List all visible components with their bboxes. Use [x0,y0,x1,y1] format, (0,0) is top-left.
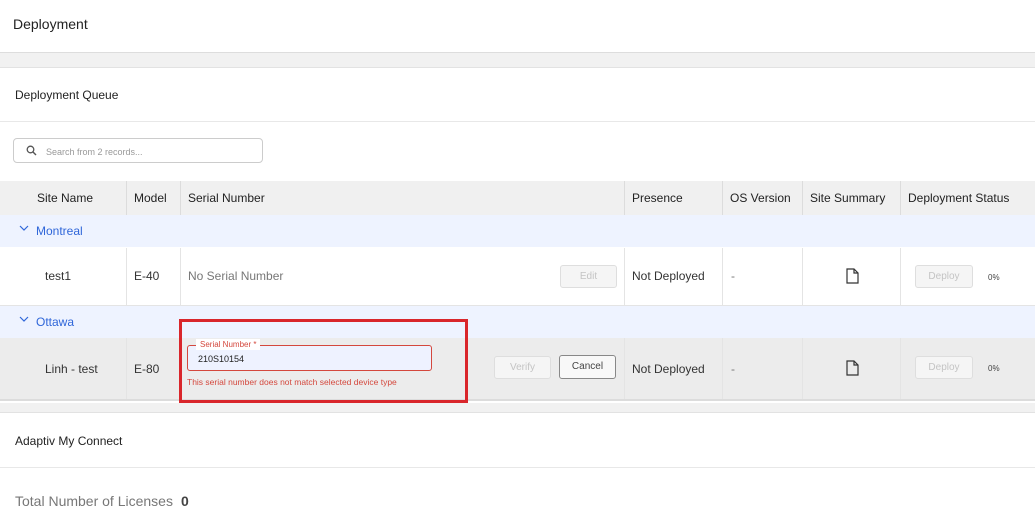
page-header: Deployment [0,0,1035,53]
presence: Not Deployed [632,362,705,376]
column-header-model[interactable]: Model [126,181,180,215]
column-header-presence[interactable]: Presence [624,181,722,215]
search-box[interactable] [13,138,263,163]
verify-button[interactable]: Verify [494,356,551,379]
divider [0,467,1035,468]
column-header-site-name[interactable]: Site Name [0,181,126,215]
model: E-80 [134,362,160,376]
edit-button[interactable]: Edit [560,265,617,288]
column-header-site-summary[interactable]: Site Summary [802,181,900,215]
table-row: test1 E-40 No Serial Number Edit Not Dep… [0,248,1035,306]
deployment-queue-title: Deployment Queue [15,88,119,102]
deployment-progress: 0% [988,364,1000,373]
os-version: - [731,362,735,376]
site-name: test1 [45,269,72,283]
serial-number: No Serial Number [188,269,284,283]
chevron-down-icon [19,316,29,322]
site-name: Linh - test [45,362,98,376]
document-icon[interactable] [846,360,859,376]
deployment-queue-panel: Deployment Queue Site Name Model Serial … [0,67,1035,403]
deploy-button[interactable]: Deploy [915,265,973,288]
deploy-button[interactable]: Deploy [915,356,973,379]
column-header-deployment-status[interactable]: Deployment Status [900,181,1035,215]
group-row-ottawa[interactable]: Ottawa [0,306,1035,338]
highlight-annotation [179,319,468,403]
column-header-os-version[interactable]: OS Version [722,181,802,215]
my-connect-panel: Adaptiv My Connect Total Number of Licen… [0,412,1035,530]
chevron-down-icon [19,225,29,231]
group-name: Ottawa [36,315,75,329]
total-licenses-label: Total Number of Licenses [15,493,173,509]
deployment-progress: 0% [988,273,1000,282]
group-name: Montreal [36,224,83,238]
presence: Not Deployed [632,269,705,283]
group-row-montreal[interactable]: Montreal [0,215,1035,247]
search-icon [26,145,37,156]
table-header: Site Name Model Serial Number Presence O… [0,181,1035,215]
search-input[interactable] [44,142,258,161]
my-connect-title: Adaptiv My Connect [15,434,123,448]
total-licenses-value: 0 [181,493,189,509]
table-row: Linh - test E-80 Verify Cancel Serial Nu… [0,338,1035,401]
column-header-serial-number[interactable]: Serial Number [180,181,624,215]
page-title: Deployment [13,16,88,32]
divider [0,121,1035,122]
os-version: - [731,269,735,283]
model: E-40 [134,269,160,283]
cancel-button[interactable]: Cancel [559,355,616,379]
document-icon[interactable] [846,268,859,284]
